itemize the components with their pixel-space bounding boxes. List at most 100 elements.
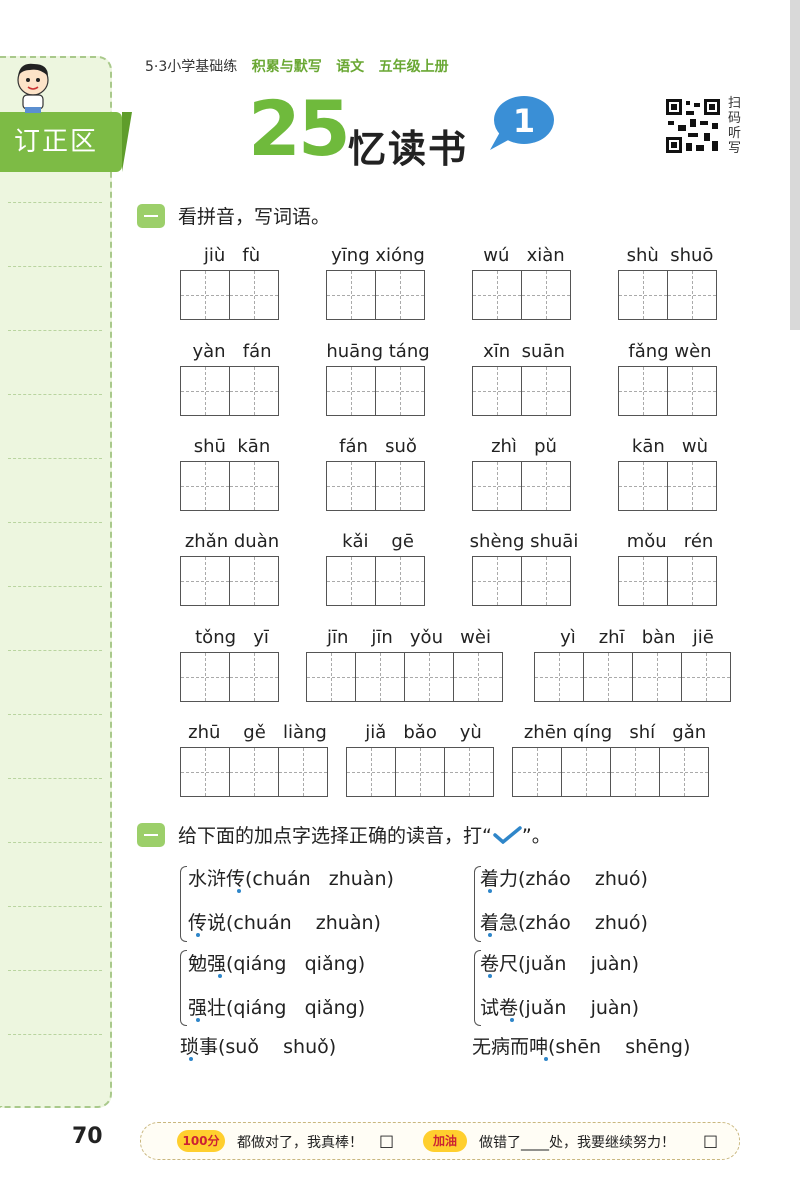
answer-grid[interactable] bbox=[180, 461, 279, 511]
answer-grid[interactable] bbox=[326, 366, 425, 416]
pinyin-label: yàn fán bbox=[192, 341, 272, 362]
ruled-line bbox=[8, 778, 102, 779]
praise-checkbox[interactable]: □ bbox=[379, 1131, 394, 1150]
reading-choice-item[interactable]: 无病而呻(shēn shēng) bbox=[472, 1032, 690, 1059]
answer-grid[interactable] bbox=[618, 556, 717, 606]
lesson-title: 忆读书 bbox=[348, 127, 469, 171]
answer-grid[interactable] bbox=[326, 270, 425, 320]
page-number: 70 bbox=[72, 1124, 103, 1149]
errors-checkbox[interactable]: □ bbox=[703, 1131, 718, 1150]
emphasis-dot bbox=[488, 933, 492, 937]
part-bubble-icon: 1 bbox=[490, 96, 554, 150]
ruled-line bbox=[8, 970, 102, 971]
pinyin-label: yì zhī bàn jiē bbox=[560, 627, 714, 648]
ruled-line bbox=[8, 1034, 102, 1035]
emphasis-dot bbox=[218, 974, 222, 978]
answer-grid[interactable] bbox=[180, 652, 279, 702]
correction-column bbox=[0, 56, 112, 1108]
pinyin-label: zhēn qíng shí gǎn bbox=[523, 722, 707, 743]
sidebar-title: 订正区 bbox=[0, 112, 132, 172]
pair-brace bbox=[180, 950, 187, 1026]
reading-choice-item[interactable]: 水浒传(chuán zhuàn) bbox=[188, 864, 394, 891]
qr-code-icon[interactable] bbox=[664, 97, 722, 155]
answer-grid[interactable] bbox=[618, 270, 717, 320]
pinyin-label: wú xiàn bbox=[483, 245, 565, 266]
section1-title: 看拼音，写词语。 bbox=[178, 206, 331, 228]
answer-grid[interactable] bbox=[618, 461, 717, 511]
ruled-line bbox=[8, 394, 102, 395]
answer-grid[interactable] bbox=[326, 556, 425, 606]
lesson-number: 25 bbox=[248, 84, 351, 173]
answer-grid[interactable] bbox=[306, 652, 503, 702]
reading-choice-item[interactable]: 琐事(suǒ shuǒ) bbox=[180, 1032, 336, 1059]
pinyin-label: yīng xióng bbox=[331, 245, 425, 266]
answer-grid[interactable] bbox=[472, 461, 571, 511]
cheer-badge: 加油 bbox=[423, 1130, 467, 1152]
pinyin-label: huāng táng bbox=[326, 341, 430, 362]
self-check-praise: 都做对了，我真棒！ bbox=[237, 1135, 363, 1151]
emphasis-dot bbox=[196, 933, 200, 937]
answer-grid[interactable] bbox=[472, 270, 571, 320]
emphasis-dot bbox=[189, 1057, 193, 1061]
pinyin-label: zhì pǔ bbox=[491, 436, 557, 457]
ruled-line bbox=[8, 650, 102, 651]
pinyin-label: shū kān bbox=[193, 436, 271, 457]
answer-grid[interactable] bbox=[180, 366, 279, 416]
grade-tag: 五年级上册 bbox=[378, 59, 449, 75]
qr-label: 扫码听写 bbox=[728, 96, 742, 156]
pinyin-label: kǎi gē bbox=[342, 531, 414, 552]
emphasis-dot bbox=[237, 889, 241, 893]
ruled-line bbox=[8, 714, 102, 715]
answer-grid[interactable] bbox=[512, 747, 709, 797]
answer-grid[interactable] bbox=[326, 461, 425, 511]
ruled-line bbox=[8, 330, 102, 331]
answer-grid[interactable] bbox=[618, 366, 717, 416]
page-edge-shadow bbox=[790, 0, 800, 330]
pinyin-label: zhū gě liàng bbox=[188, 722, 327, 743]
pinyin-label: jīn jīn yǒu wèi bbox=[327, 627, 491, 648]
pinyin-label: kān wù bbox=[631, 436, 709, 457]
answer-grid[interactable] bbox=[472, 366, 571, 416]
reading-choice-item[interactable]: 勉强(qiáng qiǎng) bbox=[188, 949, 365, 976]
answer-grid[interactable] bbox=[346, 747, 494, 797]
answer-grid[interactable] bbox=[472, 556, 571, 606]
checkmark-icon bbox=[493, 826, 522, 845]
pair-brace bbox=[180, 866, 187, 942]
pinyin-label: tǒng yī bbox=[195, 627, 269, 648]
answer-grid[interactable] bbox=[180, 556, 279, 606]
pinyin-label: fán suǒ bbox=[339, 436, 417, 457]
section1-badge bbox=[137, 204, 165, 228]
ruled-line bbox=[8, 458, 102, 459]
section2-title: 给下面的加点字选择正确的读音，打“ ”。 bbox=[178, 821, 551, 848]
pinyin-label: zhǎn duàn bbox=[184, 531, 280, 552]
emphasis-dot bbox=[510, 1018, 514, 1022]
reading-choice-item[interactable]: 卷尺(juǎn juàn) bbox=[480, 949, 639, 976]
reading-choice-item[interactable]: 强壮(qiáng qiǎng) bbox=[188, 993, 365, 1020]
section2-title-text: 给下面的加点字选择正确的读音，打“ bbox=[178, 825, 492, 847]
mascot-boy-icon bbox=[17, 63, 49, 113]
emphasis-dot bbox=[544, 1057, 548, 1061]
section2-title-end: ”。 bbox=[521, 825, 551, 847]
pinyin-label: jiǎ bǎo yù bbox=[365, 722, 482, 743]
reading-choice-item[interactable]: 着急(zháo zhuó) bbox=[480, 908, 648, 935]
series-header: 5·3小学基础练 积累与默写 语文 五年级上册 bbox=[145, 56, 459, 76]
pinyin-label: shèng shuāi bbox=[469, 531, 579, 552]
reading-choice-item[interactable]: 传说(chuán zhuàn) bbox=[188, 908, 381, 935]
emphasis-dot bbox=[196, 1018, 200, 1022]
subject-tag: 语文 bbox=[336, 59, 365, 75]
answer-grid[interactable] bbox=[180, 747, 328, 797]
ruled-line bbox=[8, 842, 102, 843]
reading-choice-item[interactable]: 着力(zháo zhuó) bbox=[480, 864, 648, 891]
ruled-line bbox=[8, 266, 102, 267]
pinyin-label: mǒu rén bbox=[626, 531, 714, 552]
pinyin-label: jiù fù bbox=[203, 245, 261, 266]
ruled-line bbox=[8, 202, 102, 203]
section2-badge bbox=[137, 823, 165, 847]
answer-grid[interactable] bbox=[534, 652, 731, 702]
reading-choice-item[interactable]: 试卷(juǎn juàn) bbox=[480, 993, 639, 1020]
answer-grid[interactable] bbox=[180, 270, 279, 320]
self-check-bar: 100分 都做对了，我真棒！ □ 加油 做错了____处，我要继续努力！ □ bbox=[140, 1122, 740, 1160]
pinyin-label: shù shuō bbox=[626, 245, 714, 266]
ruled-line bbox=[8, 586, 102, 587]
ruled-line bbox=[8, 906, 102, 907]
